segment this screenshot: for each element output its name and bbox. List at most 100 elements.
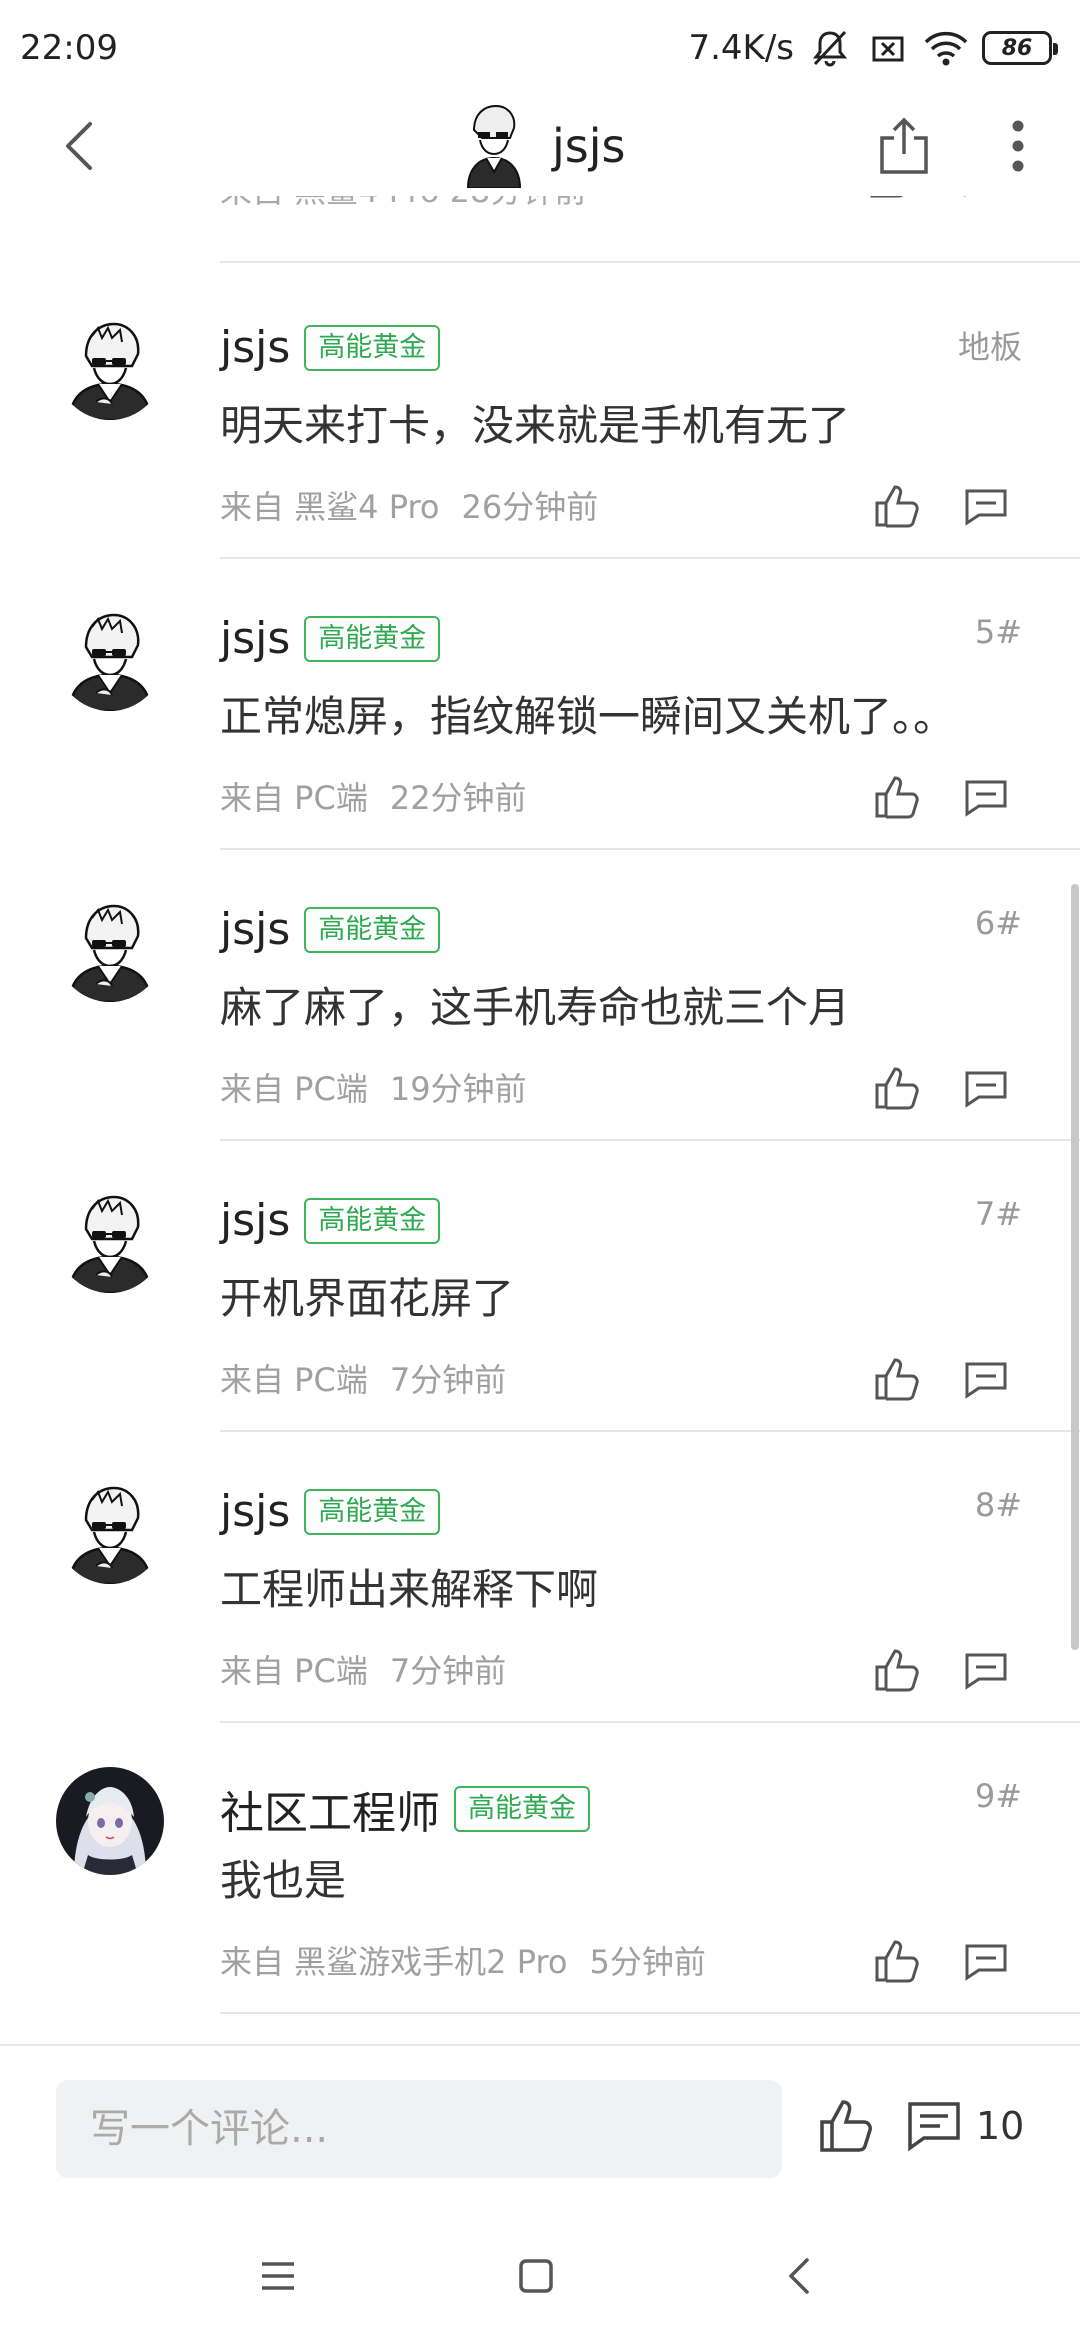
timestamp: 22分钟前 <box>389 779 527 817</box>
user-line: jsjs 高能黄金 <box>220 904 441 955</box>
reply-button[interactable] <box>956 771 1016 827</box>
wifi-icon <box>924 26 968 70</box>
like-button[interactable] <box>866 1353 926 1409</box>
back-button[interactable] <box>48 114 112 178</box>
device-source: 来自 PC端 <box>220 779 368 817</box>
timestamp: 26分钟前 <box>461 488 599 526</box>
divider <box>220 261 1080 263</box>
like-icon <box>873 1065 919 1115</box>
home-button[interactable] <box>504 2244 568 2308</box>
partial-comment-row: 来自 黑鲨4 Pro 28分钟前 <box>220 196 1080 266</box>
comment-row[interactable]: jsjs 高能黄金 6# 麻了麻了，这手机寿命也就三个月 来自 PC端 19分钟前 <box>0 850 1080 1141</box>
like-icon <box>873 483 919 533</box>
device-source: 来自 黑鲨4 Pro <box>220 488 440 526</box>
bell-muted-icon <box>808 26 852 70</box>
username[interactable]: jsjs <box>220 1486 290 1537</box>
reply-button[interactable] <box>956 1935 1016 1991</box>
reply-button[interactable] <box>956 1062 1016 1118</box>
sketch-man-avatar[interactable] <box>56 603 164 711</box>
device-source: 来自 PC端 <box>220 1070 368 1108</box>
comment-meta: 来自 PC端 22分钟前 <box>220 773 527 819</box>
level-badge: 高能黄金 <box>454 1786 590 1832</box>
reply-icon <box>963 1938 1009 1988</box>
title-user[interactable]: jsjs <box>460 98 626 194</box>
username[interactable]: 社区工程师 <box>220 1777 440 1841</box>
network-speed: 7.4K/s <box>688 28 794 68</box>
like-button[interactable] <box>866 480 926 536</box>
username[interactable]: jsjs <box>220 613 290 664</box>
home-icon <box>519 2259 553 2293</box>
comment-text[interactable]: 正常熄屏，指纹解锁一瞬间又关机了。。 <box>220 683 955 744</box>
comment-input[interactable] <box>56 2080 782 2178</box>
back-icon <box>66 122 92 170</box>
comment-row[interactable]: jsjs 高能黄金 7# 开机界面花屏了 来自 PC端 7分钟前 <box>0 1141 1080 1432</box>
reply-icon <box>963 1065 1009 1115</box>
menu-button[interactable] <box>246 2244 310 2308</box>
system-nav-bar <box>0 2212 1080 2340</box>
comment-meta: 来自 PC端 7分钟前 <box>220 1646 506 1692</box>
reply-button[interactable] <box>956 1644 1016 1700</box>
comment-row[interactable]: jsjs 高能黄金 5# 正常熄屏，指纹解锁一瞬间又关机了。。 来自 PC端 22分钟前 <box>0 559 1080 850</box>
username[interactable]: jsjs <box>220 1195 290 1246</box>
comment-row[interactable]: jsjs 高能黄金 8# 工程师出来解释下啊 来自 PC端 7分钟前 <box>0 1432 1080 1723</box>
floor-number: 地板 <box>957 328 1022 366</box>
level-badge: 高能黄金 <box>304 1488 441 1535</box>
partial-meta: 来自 黑鲨4 Pro 28分钟前 <box>220 196 586 212</box>
like-icon <box>873 1647 919 1697</box>
sketch-man-avatar[interactable] <box>56 1185 164 1293</box>
device-source: 来自 黑鲨游戏手机2 Pro <box>220 1943 568 1981</box>
like-icon[interactable] <box>868 196 912 204</box>
user-line: jsjs 高能黄金 <box>220 613 441 664</box>
like-button[interactable] <box>866 1644 926 1700</box>
device-source: 来自 PC端 <box>220 1361 368 1399</box>
username[interactable]: jsjs <box>220 322 290 373</box>
reply-icon <box>963 774 1009 824</box>
user-line: jsjs 高能黄金 <box>220 1486 441 1537</box>
like-button[interactable] <box>814 2094 878 2158</box>
like-icon <box>873 1356 919 1406</box>
reply-button[interactable] <box>956 480 1016 536</box>
level-badge: 高能黄金 <box>304 1197 441 1244</box>
bottom-comment-bar: 10 <box>0 2044 1080 2214</box>
status-bar: 22:09 7.4K/s 86 <box>0 0 1080 96</box>
like-button[interactable] <box>866 771 926 827</box>
like-button[interactable] <box>866 1062 926 1118</box>
sketch-man-avatar[interactable] <box>56 894 164 1002</box>
sim-disabled-icon <box>866 26 910 70</box>
scrollbar[interactable] <box>1071 884 1079 1650</box>
comment-text[interactable]: 工程师出来解释下啊 <box>220 1556 598 1617</box>
sketch-man-avatar[interactable] <box>56 312 164 420</box>
sketch-man-avatar[interactable] <box>56 1476 164 1584</box>
comment-text[interactable]: 开机界面花屏了 <box>220 1265 514 1326</box>
comment-count: 10 <box>976 2104 1025 2148</box>
like-icon <box>873 1938 919 1988</box>
comments-button[interactable]: 10 <box>906 2094 1024 2158</box>
level-badge: 高能黄金 <box>304 906 441 953</box>
comment-row[interactable]: jsjs 高能黄金 地板明天来打卡，没来就是手机有无了来自 黑鲨4 Pro 26分钟前 <box>0 268 1080 559</box>
floor-number: 7# <box>974 1195 1022 1233</box>
username[interactable]: jsjs <box>220 904 290 955</box>
comment-text[interactable]: 明天来打卡，没来就是手机有无了 <box>220 392 850 453</box>
comment-row[interactable]: 社区工程师 高能黄金 9# 我也是 来自 黑鲨游戏手机2 Pro 5分钟前 <box>0 1723 1080 2014</box>
more-button[interactable] <box>990 112 1046 180</box>
like-button[interactable] <box>866 1935 926 1991</box>
reply-button[interactable] <box>956 1353 1016 1409</box>
comment-text[interactable]: 麻了麻了，这手机寿命也就三个月 <box>220 974 850 1035</box>
comment-meta: 来自 黑鲨4 Pro 26分钟前 <box>220 482 598 528</box>
battery-icon: 86 <box>982 31 1058 65</box>
timestamp: 5分钟前 <box>589 1943 706 1981</box>
user-line: jsjs 高能黄金 <box>220 1195 441 1246</box>
nav-back-button[interactable] <box>768 2244 832 2308</box>
title-avatar[interactable] <box>460 100 528 192</box>
user-line: 社区工程师 高能黄金 <box>220 1777 590 1841</box>
reply-icon[interactable] <box>962 196 1006 204</box>
more-vertical-icon <box>1012 120 1024 172</box>
title-bar: jsjs <box>0 96 1080 196</box>
user-line: jsjs 高能黄金 <box>220 322 441 373</box>
timestamp: 7分钟前 <box>389 1652 507 1690</box>
comment-text[interactable]: 我也是 <box>220 1847 346 1908</box>
share-button[interactable] <box>870 112 938 180</box>
reply-icon <box>963 483 1009 533</box>
divider <box>220 2012 1080 2014</box>
anime-girl-avatar[interactable] <box>56 1767 164 1875</box>
